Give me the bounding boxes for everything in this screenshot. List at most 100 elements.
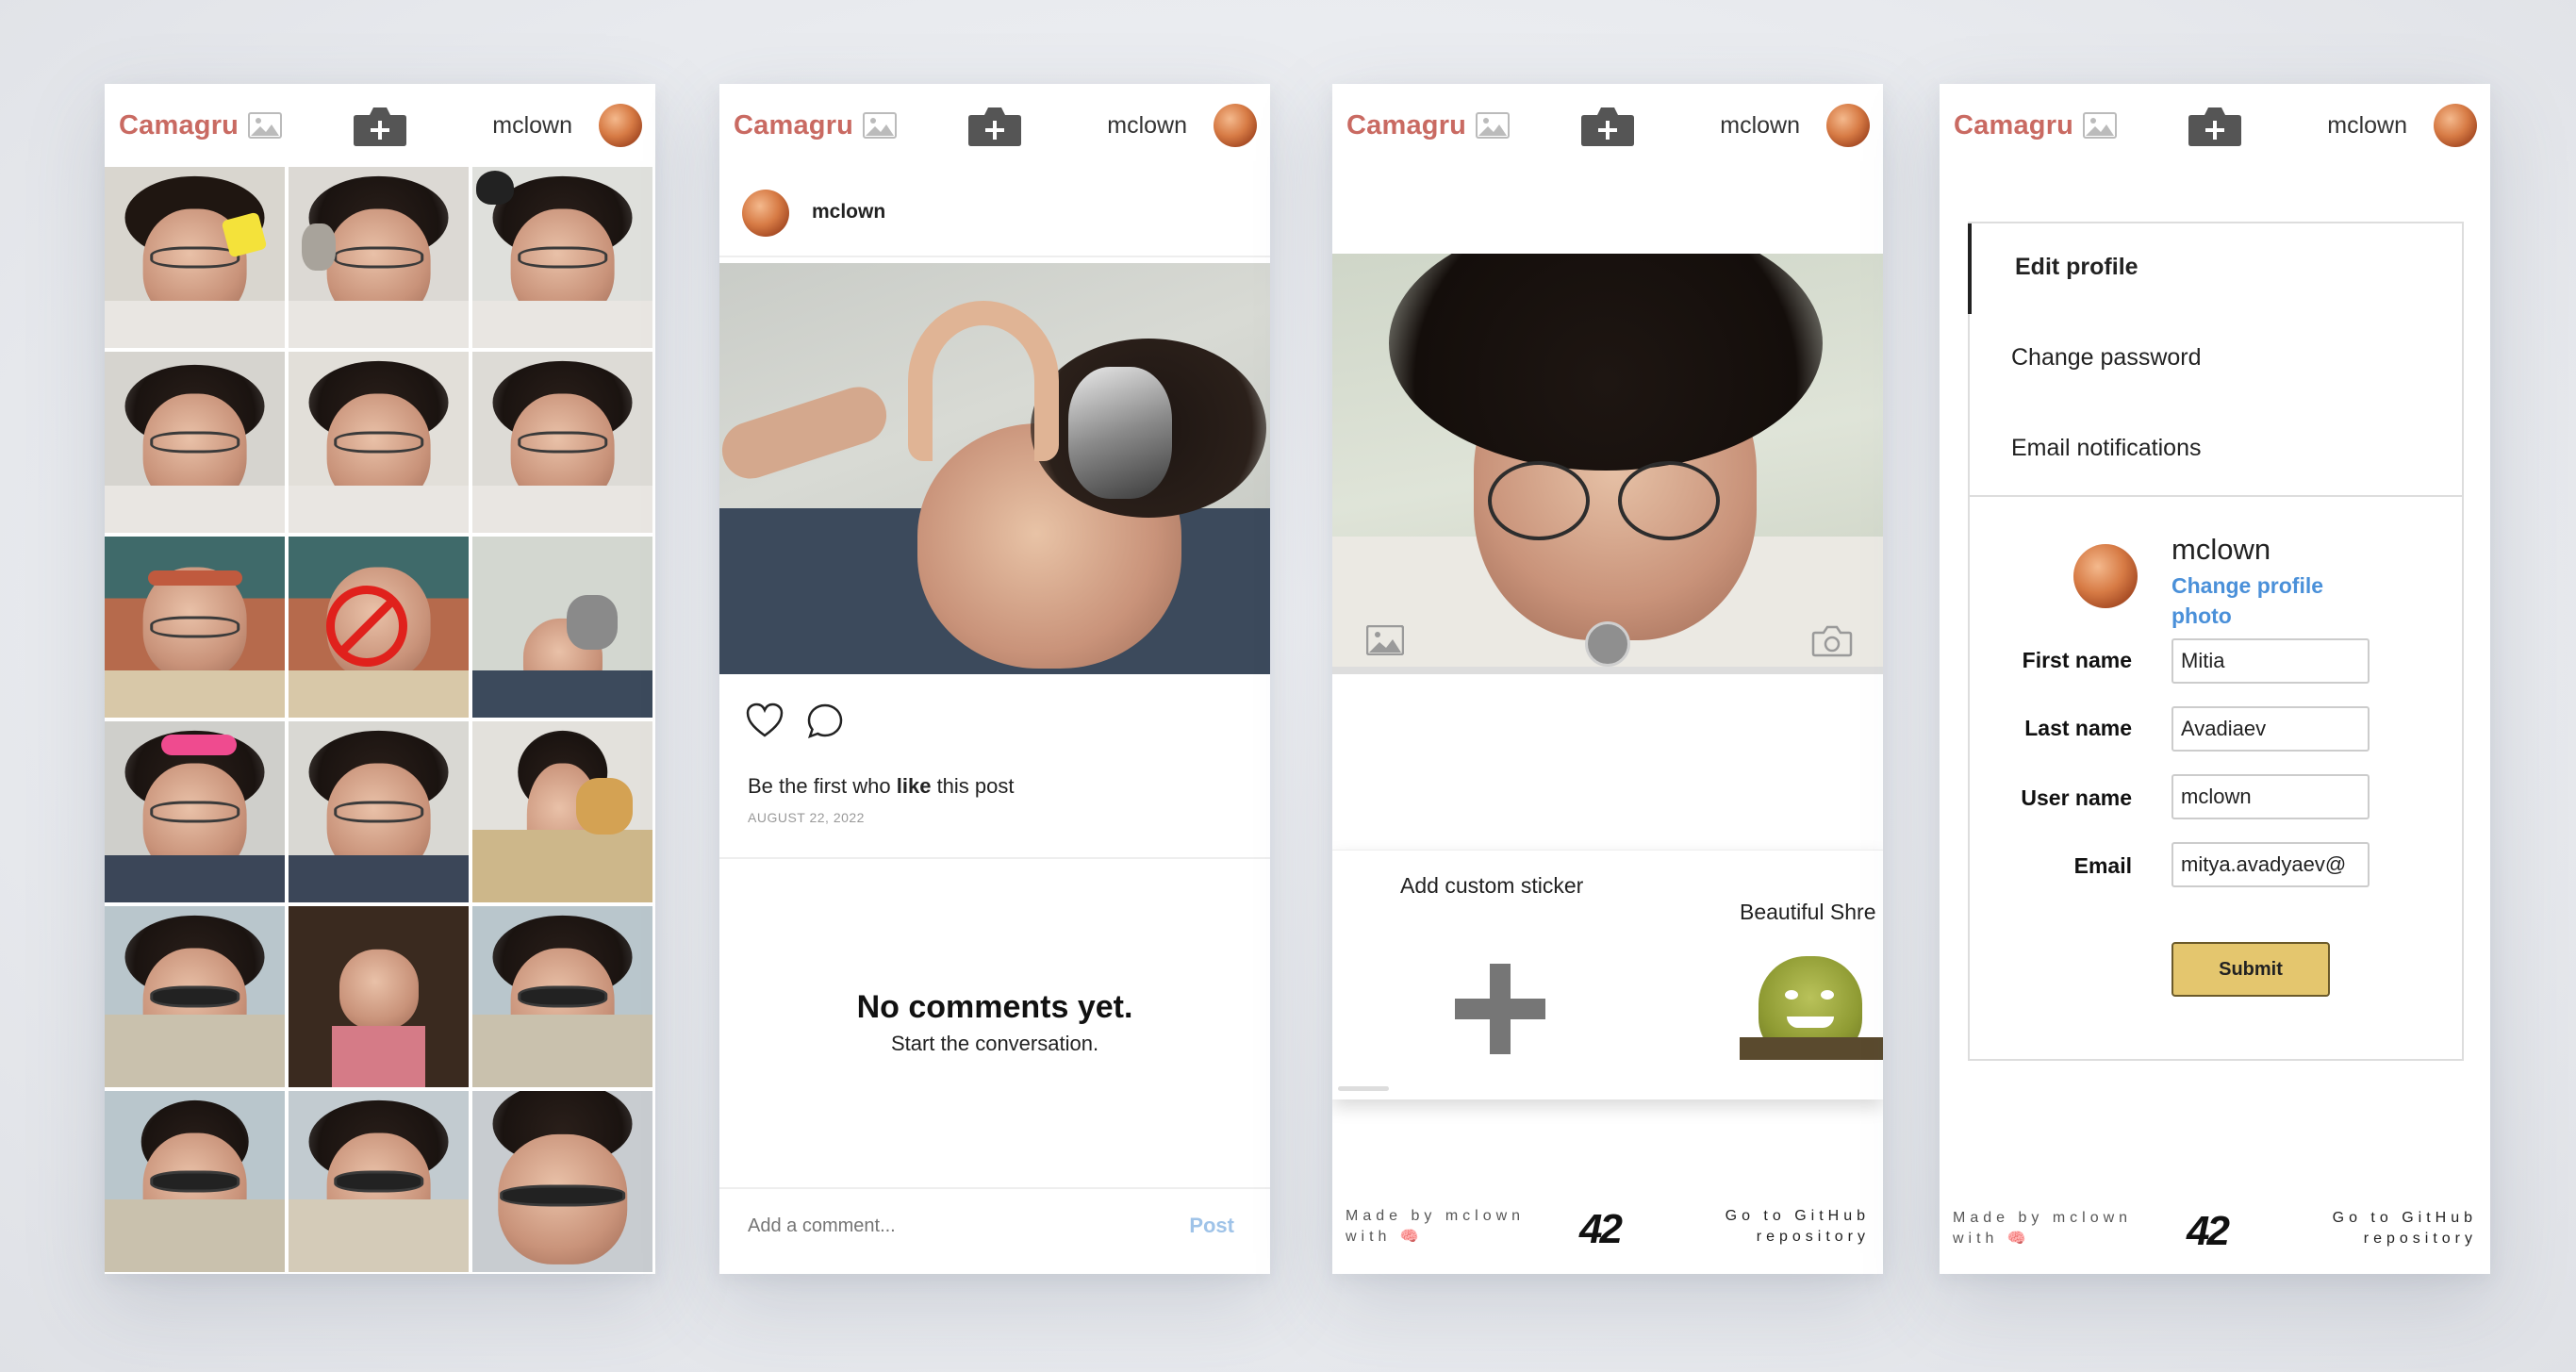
logo[interactable]: Camagru [1346, 109, 1511, 141]
logo[interactable]: Camagru [734, 109, 898, 141]
header-username[interactable]: mclown [1107, 112, 1187, 140]
add-sticker-button[interactable] [1455, 964, 1545, 1054]
avatar[interactable] [599, 104, 642, 147]
user-name-label: User name [2021, 785, 2132, 810]
photo-tile[interactable] [472, 721, 652, 902]
avatar[interactable] [1214, 104, 1257, 147]
submit-button[interactable]: Submit [2171, 942, 2330, 997]
photo-tile[interactable] [105, 352, 285, 533]
header-username[interactable]: mclown [2327, 112, 2407, 140]
feed-screen: Camagru mclown [105, 84, 655, 1274]
edit-profile-form: mclown Change profile photo First name L… [1968, 495, 2464, 1061]
photo-tile[interactable] [472, 1091, 652, 1272]
profile-username: mclown [2171, 533, 2271, 566]
photo-tile[interactable] [289, 1091, 469, 1272]
post-image [719, 263, 1270, 674]
post-date: AUGUST 22, 2022 [748, 810, 865, 825]
photo-tile[interactable] [472, 537, 652, 718]
photo-tile[interactable] [289, 721, 469, 902]
header-username[interactable]: mclown [492, 112, 572, 140]
image-icon [863, 112, 898, 139]
image-icon [248, 112, 283, 139]
shutter-button[interactable] [1585, 621, 1630, 667]
photo-tile[interactable] [289, 537, 469, 718]
photo-tile[interactable] [105, 537, 285, 718]
add-sticker-label: Add custom sticker [1400, 873, 1584, 898]
logo[interactable]: Camagru [119, 109, 283, 141]
menu-item-email-notifications[interactable]: Email notifications [2011, 435, 2201, 462]
camera-plus-icon[interactable] [2188, 104, 2242, 147]
like-summary: Be the first who like this post [748, 774, 1015, 798]
empty-comments-title: No comments yet. [856, 989, 1133, 1025]
github-link[interactable]: Go to GitHub repository [1726, 1206, 1870, 1248]
post-screen: Camagru mclown mclown Be the first who l… [719, 84, 1270, 1274]
made-by: Made by mclown with 🧠 [1953, 1210, 2133, 1247]
post-actions [746, 703, 844, 740]
app-header: Camagru mclown [719, 84, 1270, 167]
post-author[interactable]: mclown [812, 201, 885, 223]
photo-tile[interactable] [472, 352, 652, 533]
sticker-panel: Add custom sticker Beautiful Shre [1332, 850, 1883, 1099]
last-name-field[interactable] [2171, 706, 2370, 752]
user-name-field[interactable] [2171, 774, 2370, 819]
photo-tile[interactable] [472, 167, 652, 348]
progress-bar [1332, 667, 1883, 674]
42-logo: 42 [1579, 1206, 1623, 1252]
change-photo-link[interactable]: Change profile photo [2171, 570, 2360, 631]
photo-tile[interactable] [289, 167, 469, 348]
heart-icon[interactable] [746, 703, 784, 738]
divider [719, 1187, 1270, 1189]
post-comment-button[interactable]: Post [1189, 1214, 1234, 1238]
github-link[interactable]: Go to GitHub repository [2333, 1208, 2477, 1249]
app-header: Camagru mclown [105, 84, 655, 167]
menu-active-indicator [1968, 223, 1972, 314]
sticker-shrek[interactable] [1740, 956, 1883, 1060]
empty-comments: No comments yet. Start the conversation. [719, 989, 1270, 1056]
avatar[interactable] [2434, 104, 2477, 147]
sticker-scrollbar[interactable] [1338, 1086, 1389, 1091]
photo-tile[interactable] [105, 167, 285, 348]
logo[interactable]: Camagru [1954, 109, 2118, 141]
camera-screen: Camagru mclown Add custom sticker Beauti… [1332, 84, 1883, 1274]
photo-tile[interactable] [472, 906, 652, 1087]
photo-tile[interactable] [105, 1091, 285, 1272]
logo-text: Camagru [119, 109, 239, 141]
settings-screen: Camagru mclown Edit profile Change passw… [1940, 84, 2490, 1274]
menu-item-change-password[interactable]: Change password [2011, 344, 2202, 372]
camera-plus-icon[interactable] [353, 104, 407, 147]
photo-tile[interactable] [289, 352, 469, 533]
footer: Made by mclown with 🧠 42 Go to GitHub repo… [1940, 1208, 2490, 1265]
comment-input[interactable] [748, 1215, 1125, 1237]
settings-menu: Edit profile Change password Email notif… [1968, 222, 2464, 497]
first-name-field[interactable] [2171, 638, 2370, 684]
photo-tile[interactable] [289, 906, 469, 1087]
footer: Made by mclown with 🧠 42 Go to GitHub repo… [1332, 1206, 1883, 1263]
photo-tile[interactable] [105, 906, 285, 1087]
profile-avatar [2073, 544, 2138, 608]
photo-tile[interactable] [105, 721, 285, 902]
42-logo: 42 [2187, 1208, 2230, 1254]
last-name-label: Last name [2024, 716, 2132, 740]
logo-text: Camagru [1346, 109, 1467, 141]
image-icon [2083, 112, 2118, 139]
empty-comments-subtitle: Start the conversation. [890, 1032, 1099, 1055]
menu-item-edit-profile[interactable]: Edit profile [2015, 254, 2138, 281]
app-header: Camagru mclown [1332, 84, 1883, 167]
camera-plus-icon[interactable] [1580, 104, 1635, 147]
comment-icon[interactable] [806, 703, 844, 740]
camera-plus-icon[interactable] [967, 104, 1022, 147]
image-icon [1476, 112, 1511, 139]
header-username[interactable]: mclown [1720, 112, 1800, 140]
post-author-avatar[interactable] [742, 190, 789, 237]
avatar[interactable] [1826, 104, 1870, 147]
app-header: Camagru mclown [1940, 84, 2490, 167]
sticker-label: Beautiful Shre [1740, 900, 1876, 924]
camera-preview [1332, 254, 1883, 669]
photo-grid [105, 167, 655, 1272]
email-field[interactable] [2171, 842, 2370, 887]
logo-text: Camagru [1954, 109, 2074, 141]
gallery-icon[interactable] [1366, 625, 1404, 655]
logo-text: Camagru [734, 109, 854, 141]
switch-camera-icon[interactable] [1811, 625, 1853, 657]
email-label: Email [2073, 853, 2132, 878]
